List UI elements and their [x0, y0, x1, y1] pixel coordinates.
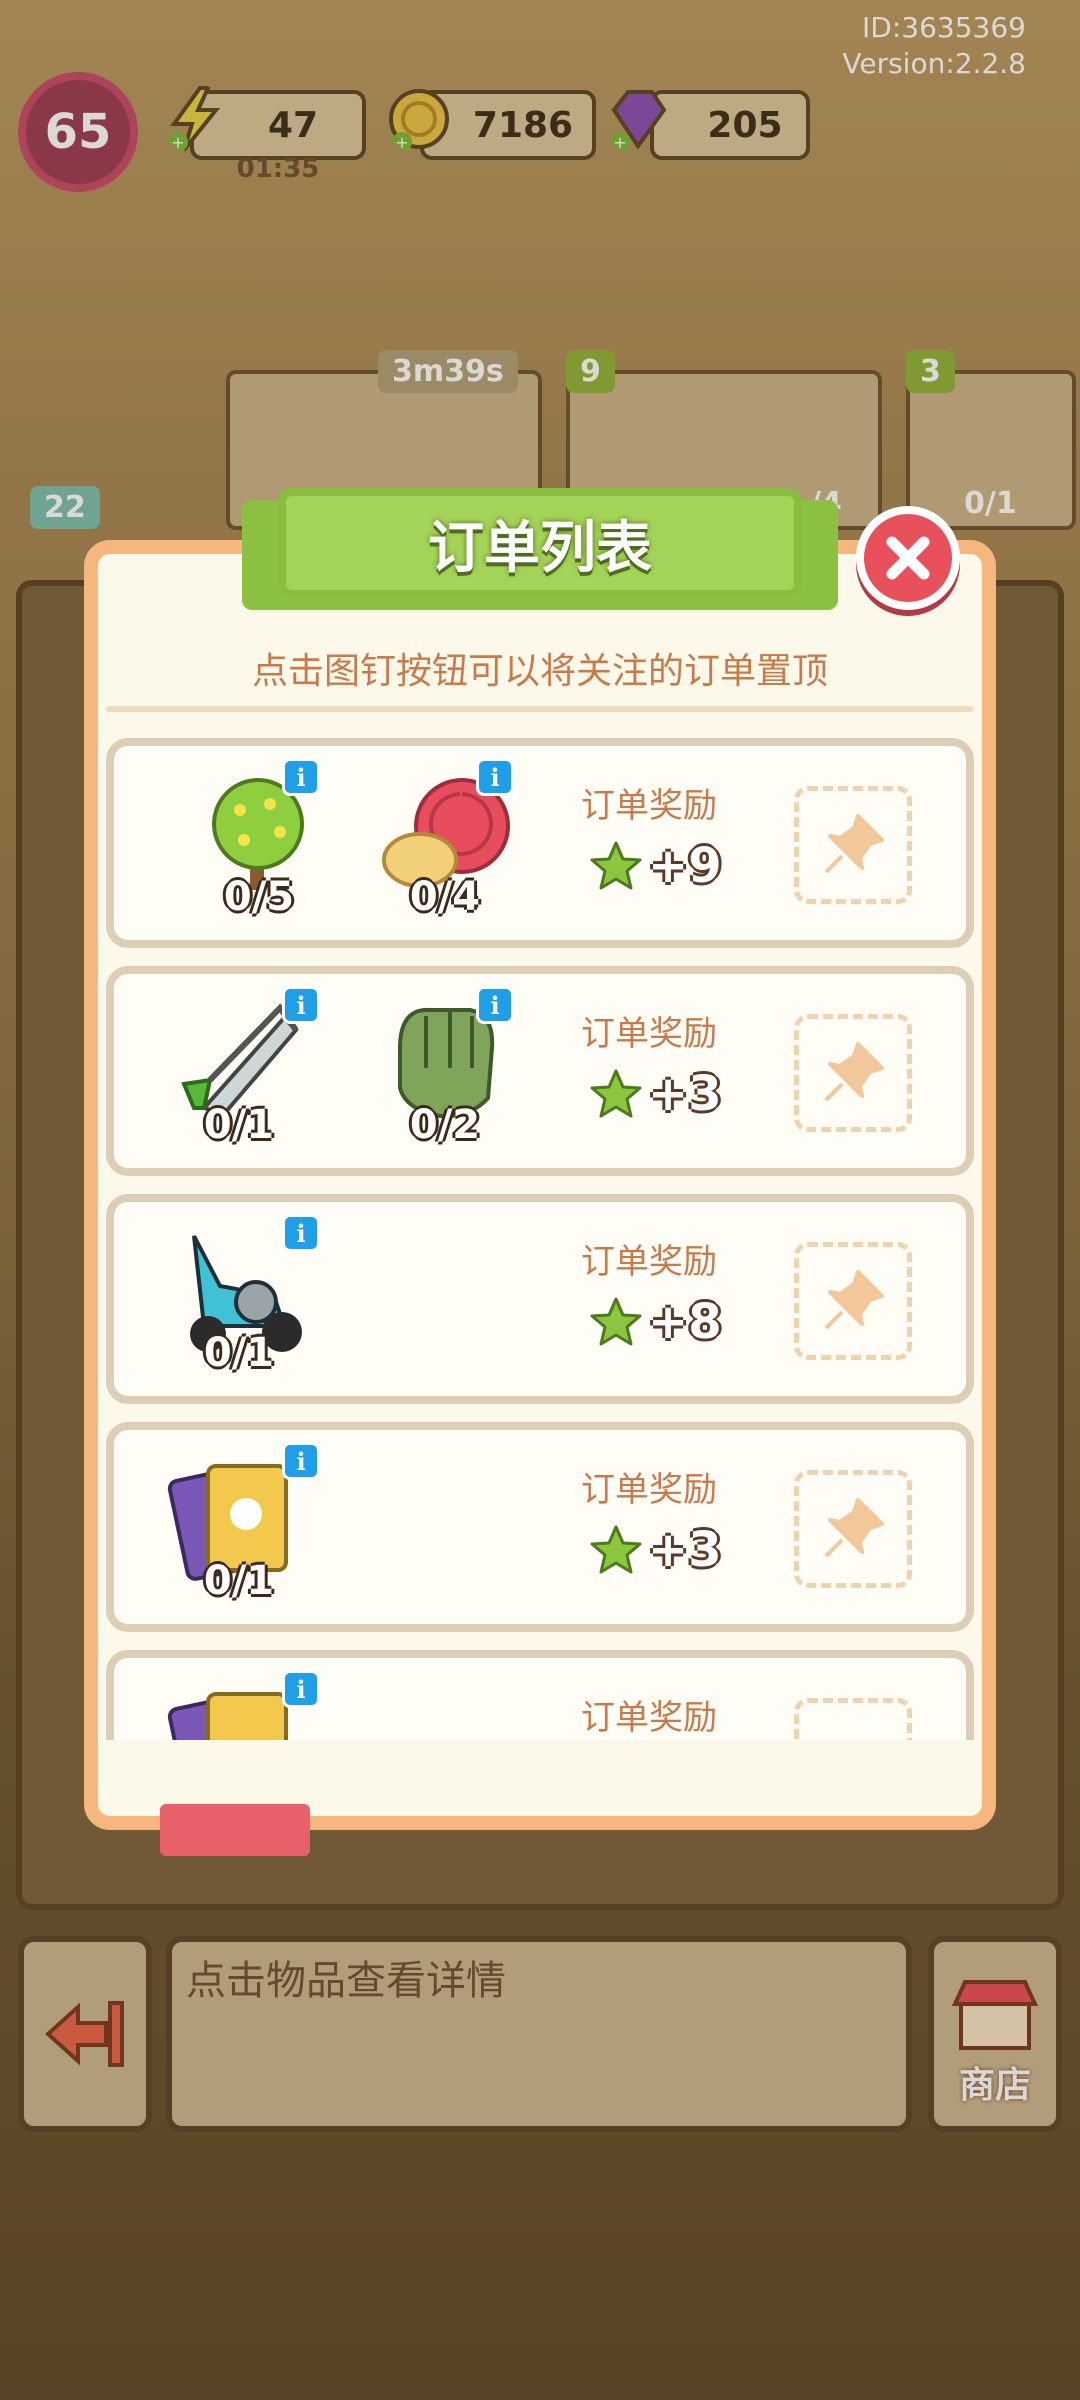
- star-icon: [590, 841, 642, 890]
- modal-bottom-tab: [160, 1804, 310, 1856]
- info-icon[interactable]: i: [282, 986, 320, 1024]
- order-card: i 0/5 i 0/4 订单奖励 +9: [106, 738, 974, 948]
- close-icon: [886, 536, 930, 580]
- item-count: 0/1: [203, 1330, 275, 1376]
- order-card: i 0/1 订单奖励 +8: [106, 1194, 974, 1404]
- pin-icon: [824, 1498, 884, 1558]
- info-icon[interactable]: i: [476, 986, 514, 1024]
- pin-icon: [824, 1042, 884, 1102]
- order-list[interactable]: i 0/5 i 0/4 订单奖励 +9 i 0/1 i 0/2 订单奖励 +3 …: [106, 730, 974, 1740]
- item-count: 0/1: [203, 1102, 275, 1148]
- reward-value: +8: [590, 1294, 722, 1350]
- pin-button[interactable]: [794, 786, 912, 904]
- order-card: i 0/1 i 0/2 订单奖励 +3: [106, 966, 974, 1176]
- pin-button[interactable]: [794, 1014, 912, 1132]
- order-card: i 0/1 订单奖励 +3: [106, 1422, 974, 1632]
- reward-label: 订单奖励: [581, 1014, 717, 1054]
- pin-button[interactable]: [794, 1242, 912, 1360]
- pin-hint: 点击图钉按钮可以将关注的订单置顶: [251, 651, 828, 692]
- order-card: i 订单奖励: [106, 1650, 974, 1740]
- info-icon[interactable]: i: [282, 758, 320, 796]
- pin-icon: [824, 1270, 884, 1330]
- reward-amount: +3: [648, 1522, 722, 1578]
- reward-label: 订单奖励: [581, 786, 717, 826]
- reward-amount: +9: [648, 838, 722, 894]
- divider: [106, 706, 974, 712]
- info-icon[interactable]: i: [476, 758, 514, 796]
- item-count: 0/2: [409, 1102, 481, 1148]
- reward-label: 订单奖励: [581, 1242, 717, 1282]
- reward-value: +9: [590, 838, 722, 894]
- star-icon: [590, 1069, 642, 1118]
- item-count: 0/1: [203, 1558, 275, 1604]
- reward-value: +3: [590, 1066, 722, 1122]
- reward-label: 订单奖励: [581, 1698, 717, 1738]
- pin-button[interactable]: [794, 1698, 912, 1740]
- item-count: 0/4: [409, 874, 481, 920]
- modal-title: 订单列表: [278, 488, 802, 598]
- reward-value: +3: [590, 1522, 722, 1578]
- pin-icon: [824, 814, 884, 874]
- reward-amount: +8: [648, 1294, 722, 1350]
- close-button[interactable]: [856, 506, 960, 610]
- reward-label: 订单奖励: [581, 1470, 717, 1510]
- pin-button[interactable]: [794, 1470, 912, 1588]
- reward-amount: +3: [648, 1066, 722, 1122]
- info-icon[interactable]: i: [282, 1442, 320, 1480]
- info-icon[interactable]: i: [282, 1214, 320, 1252]
- info-icon[interactable]: i: [282, 1670, 320, 1708]
- star-icon: [590, 1297, 642, 1346]
- item-count: 0/5: [223, 874, 295, 920]
- star-icon: [590, 1525, 642, 1574]
